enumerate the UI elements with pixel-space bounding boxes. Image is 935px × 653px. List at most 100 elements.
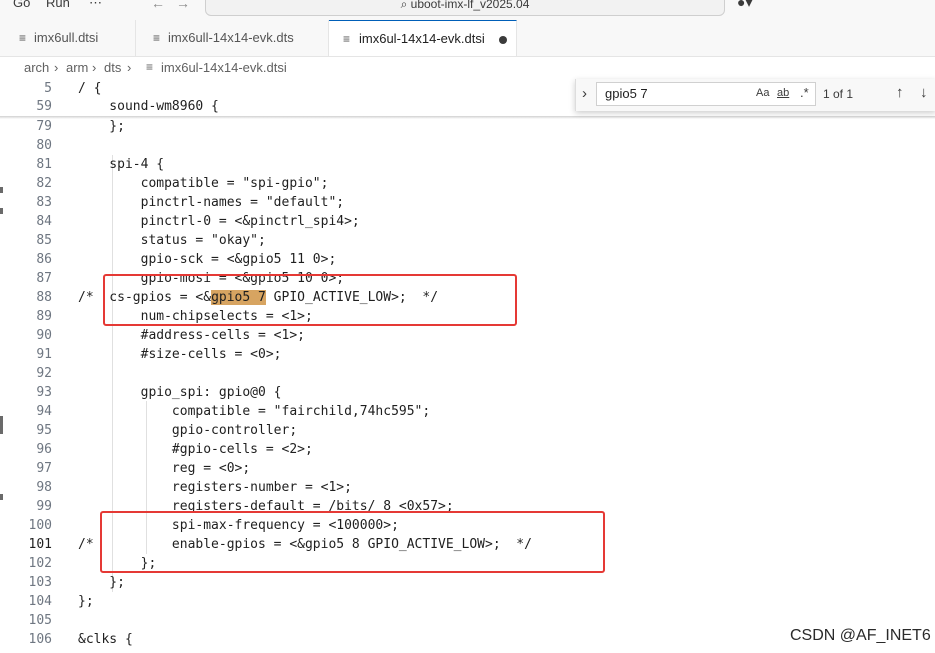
file-lines-icon: ≡	[343, 32, 351, 46]
code-line[interactable]: 81 spi-4 {	[0, 155, 935, 174]
activity-mark	[0, 494, 3, 500]
code-text: pinctrl-names = "default";	[78, 195, 345, 210]
code-text: sound-wm8960 {	[78, 99, 219, 114]
find-input[interactable]: gpio5 7 Aa ab .*	[596, 82, 816, 106]
code-text: };	[78, 119, 125, 134]
line-number: 79	[36, 119, 52, 134]
breadcrumb-separator: ›	[54, 60, 59, 75]
tab-label: imx6ull.dtsi	[34, 30, 99, 45]
activity-mark	[0, 187, 3, 193]
menu-run[interactable]: Run	[46, 0, 70, 10]
line-number: 82	[36, 176, 52, 191]
line-number: 86	[36, 252, 52, 267]
breadcrumb-arm[interactable]: arm	[66, 60, 88, 75]
tab-imx6ul-14x14-evk-dtsi[interactable]: ≡ imx6ul-14x14-evk.dtsi	[329, 20, 517, 56]
activity-mark	[0, 208, 3, 214]
next-match-arrow-icon[interactable]: ↓	[920, 84, 928, 101]
title-bar: Go Run ⋯ ← → ⌕ uboot-imx-lf_v2025.04 ●▾	[0, 0, 935, 20]
line-number: 88	[36, 290, 52, 305]
code-line[interactable]: 83 pinctrl-names = "default";	[0, 193, 935, 212]
menu-go[interactable]: Go	[13, 0, 30, 10]
match-case-icon[interactable]: Aa	[756, 87, 769, 99]
code-text: compatible = "fairchild,74hc595";	[78, 404, 431, 419]
code-line[interactable]: 97 reg = <0>;	[0, 459, 935, 478]
code-line[interactable]: 84 pinctrl-0 = <&pinctrl_spi4>;	[0, 212, 935, 231]
breadcrumb-arch[interactable]: arch	[24, 60, 49, 75]
code-text: spi-4 {	[78, 157, 165, 172]
line-number: 89	[36, 309, 52, 324]
copilot-icon[interactable]: ●▾	[737, 0, 752, 11]
line-number: 95	[36, 423, 52, 438]
toggle-replace-chevron-icon[interactable]: ›	[582, 85, 587, 102]
editor-tab-bar: ≡ imx6ull.dtsi ≡ imx6ull-14x14-evk.dts ≡…	[0, 20, 935, 57]
code-text: gpio-controller;	[78, 423, 298, 438]
code-text: pinctrl-0 = <&pinctrl_spi4>;	[78, 214, 360, 229]
line-number: 85	[36, 233, 52, 248]
tab-imx6ull-14x14-evk-dts[interactable]: ≡ imx6ull-14x14-evk.dts	[136, 20, 329, 56]
code-line[interactable]: 90 #address-cells = <1>;	[0, 326, 935, 345]
code-line[interactable]: 91 #size-cells = <0>;	[0, 345, 935, 364]
code-text: reg = <0>;	[78, 461, 251, 476]
line-number: 99	[36, 499, 52, 514]
command-center-search[interactable]: ⌕ uboot-imx-lf_v2025.04	[205, 0, 725, 16]
code-line[interactable]: 85 status = "okay";	[0, 231, 935, 250]
tab-label: imx6ull-14x14-evk.dts	[168, 30, 294, 45]
code-line[interactable]: 79 };	[0, 117, 935, 136]
line-number: 87	[36, 271, 52, 286]
line-number: 93	[36, 385, 52, 400]
code-text: &clks {	[78, 632, 133, 647]
code-text: gpio_spi: gpio@0 {	[78, 385, 282, 400]
use-regex-icon[interactable]: .*	[800, 85, 809, 100]
line-number: 80	[36, 138, 52, 153]
code-line[interactable]: 80	[0, 136, 935, 155]
line-number: 91	[36, 347, 52, 362]
match-whole-word-icon[interactable]: ab	[777, 87, 789, 99]
code-line[interactable]: 82 compatible = "spi-gpio";	[0, 174, 935, 193]
menu-more-icon[interactable]: ⋯	[89, 0, 102, 11]
code-text: registers-number = <1>;	[78, 480, 352, 495]
previous-match-arrow-icon[interactable]: ↑	[896, 84, 904, 101]
line-number: 83	[36, 195, 52, 210]
line-number: 101	[28, 537, 52, 552]
line-number: 103	[28, 575, 52, 590]
unsaved-dot-icon[interactable]	[499, 36, 507, 44]
arrow-right-icon[interactable]: →	[176, 0, 190, 11]
code-line[interactable]: 96 #gpio-cells = <2>;	[0, 440, 935, 459]
code-text: compatible = "spi-gpio";	[78, 176, 329, 191]
tab-imx6ull-dtsi[interactable]: ≡ imx6ull.dtsi	[10, 20, 136, 56]
find-input-value: gpio5 7	[605, 86, 648, 101]
annotation-box	[103, 274, 517, 326]
line-number: 92	[36, 366, 52, 381]
code-line[interactable]: 94 compatible = "fairchild,74hc595";	[0, 402, 935, 421]
line-number: 5	[44, 81, 52, 96]
file-lines-icon: ≡	[146, 60, 154, 74]
code-line[interactable]: 104};	[0, 592, 935, 611]
line-number: 104	[28, 594, 52, 609]
code-line[interactable]: 93 gpio_spi: gpio@0 {	[0, 383, 935, 402]
breadcrumb-dts[interactable]: dts	[104, 60, 121, 75]
code-line[interactable]: 95 gpio-controller;	[0, 421, 935, 440]
code-text: #gpio-cells = <2>;	[78, 442, 313, 457]
arrow-left-icon[interactable]: ←	[151, 0, 165, 11]
line-number: 96	[36, 442, 52, 457]
line-number: 59	[36, 99, 52, 114]
line-number: 81	[36, 157, 52, 172]
code-text: status = "okay";	[78, 233, 266, 248]
file-lines-icon: ≡	[19, 31, 27, 45]
line-number: 97	[36, 461, 52, 476]
code-text: #address-cells = <1>;	[78, 328, 305, 343]
code-text: };	[78, 575, 125, 590]
code-line[interactable]: 92	[0, 364, 935, 383]
breadcrumb: arch › arm › dts › ≡ imx6ul-14x14-evk.dt…	[0, 57, 935, 79]
line-number: 100	[28, 518, 52, 533]
code-line[interactable]: 98 registers-number = <1>;	[0, 478, 935, 497]
line-number: 105	[28, 613, 52, 628]
code-line[interactable]: 86 gpio-sck = <&gpio5 11 0>;	[0, 250, 935, 269]
breadcrumb-separator: ›	[127, 60, 132, 75]
line-number: 90	[36, 328, 52, 343]
breadcrumb-separator: ›	[92, 60, 97, 75]
line-number: 98	[36, 480, 52, 495]
code-line[interactable]: 103 };	[0, 573, 935, 592]
code-text: / {	[78, 81, 102, 96]
breadcrumb-file[interactable]: imx6ul-14x14-evk.dtsi	[161, 60, 287, 75]
